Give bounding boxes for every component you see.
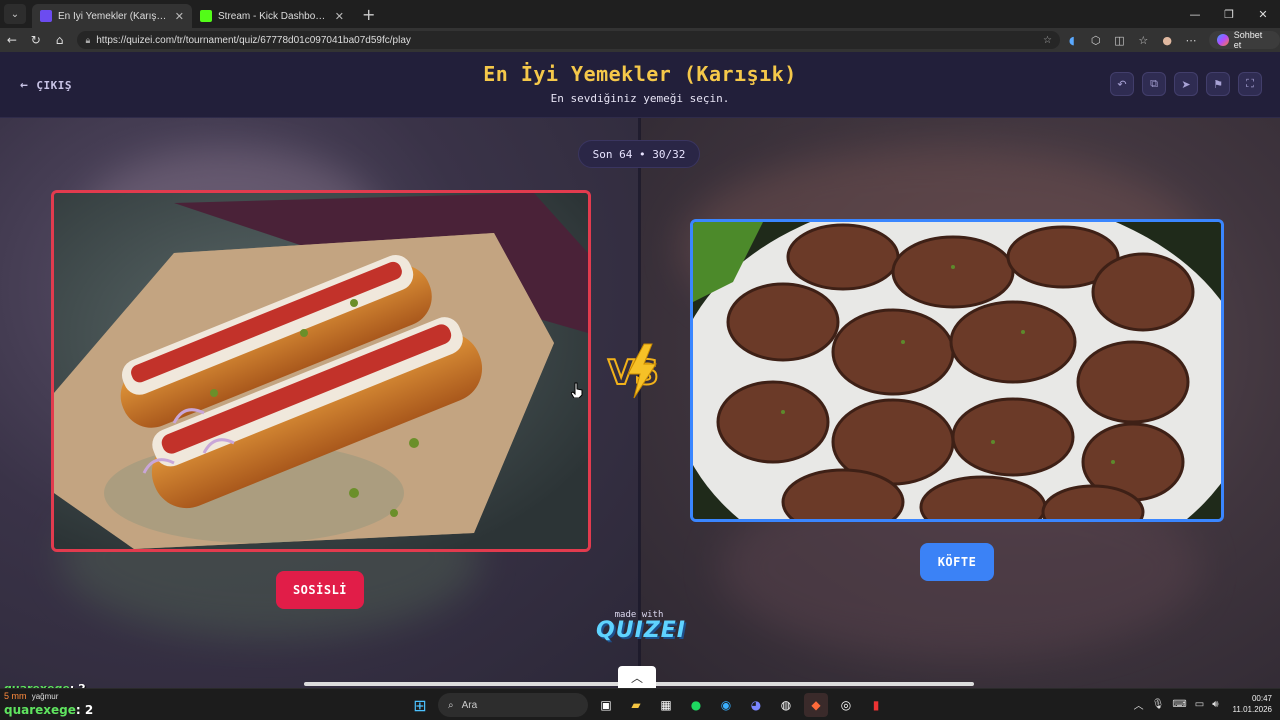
hotdog-image <box>54 193 588 549</box>
recording-app-icon[interactable]: ▮ <box>864 693 888 717</box>
share-icon[interactable]: ⧉ <box>1142 72 1166 96</box>
tab-title: Stream - Kick Dashboard <box>218 10 329 22</box>
split-screen-icon[interactable]: ◫ <box>1108 34 1132 47</box>
favorite-star-icon[interactable]: ☆ <box>1043 35 1052 46</box>
back-icon[interactable]: ← <box>0 33 24 47</box>
home-icon[interactable]: ⌂ <box>48 33 72 47</box>
tab-quizei[interactable]: En İyi Yemekler (Karışık) - Tier List ✕ <box>32 4 192 28</box>
fullscreen-icon[interactable]: ⛶ <box>1238 72 1262 96</box>
tray-overflow-icon[interactable]: ︿ <box>1134 697 1144 712</box>
weather-widget[interactable]: 5 mm yağmur <box>4 691 124 701</box>
choice-button-sosisli[interactable]: SOSİSLİ <box>276 571 364 609</box>
close-window-icon[interactable]: ✕ <box>1246 0 1280 28</box>
close-tab-icon[interactable]: ✕ <box>335 10 344 23</box>
quiz-page: ← ÇIKIŞ En İyi Yemekler (Karışık) En sev… <box>0 52 1280 688</box>
address-bar[interactable]: 🔒︎ https://quizei.com/tr/tournament/quiz… <box>77 31 1060 49</box>
header-actions: ↶ ⧉ ➤ ⚑ ⛶ <box>1110 72 1262 96</box>
obs-icon[interactable]: ◎ <box>834 693 858 717</box>
weather-text: yağmur <box>31 692 59 701</box>
copilot-button[interactable]: Sohbet et <box>1208 30 1280 50</box>
task-view-icon[interactable]: ▣ <box>594 693 618 717</box>
chevron-up-icon[interactable]: ︿ <box>618 666 656 688</box>
browser-tab-bar: ⌄ En İyi Yemekler (Karışık) - Tier List … <box>0 0 1280 28</box>
center-divider <box>638 118 641 688</box>
read-aloud-icon[interactable]: ◖ <box>1060 34 1084 47</box>
made-with-quizei[interactable]: made with QUIZEI <box>596 610 686 643</box>
chat-username: quarexege <box>4 703 76 717</box>
steam-icon[interactable]: ◍ <box>774 693 798 717</box>
profile-avatar[interactable]: ● <box>1155 34 1179 47</box>
flag-icon[interactable]: ⚑ <box>1206 72 1230 96</box>
microphone-icon[interactable]: 🎙︎ <box>1152 699 1165 710</box>
round-indicator: Son 64 • 30/32 <box>578 140 700 168</box>
taskbar-clock[interactable]: 00:47 11.01.2026 <box>1233 693 1272 715</box>
quiz-header: ← ÇIKIŞ En İyi Yemekler (Karışık) En sev… <box>0 52 1280 118</box>
volume-icon[interactable]: 🔊︎ <box>1212 699 1218 710</box>
stream-chat-overlay-bottom: quarexege: 2 <box>4 703 93 717</box>
vs-badge: VS <box>607 343 660 399</box>
weather-temp: 5 mm <box>4 691 27 701</box>
restore-icon[interactable]: ❐ <box>1212 0 1246 28</box>
kick-favicon-icon <box>200 10 212 22</box>
clock-time: 00:47 <box>1251 694 1272 703</box>
display-icon[interactable]: ▭ <box>1195 699 1204 710</box>
right-choice-image[interactable] <box>690 219 1224 522</box>
edge-icon[interactable]: ◉ <box>714 693 738 717</box>
quiz-subtitle: En sevdiğiniz yemeği seçin. <box>550 92 730 105</box>
windows-start-icon[interactable]: ⊞ <box>408 693 432 717</box>
minimize-icon[interactable]: — <box>1178 0 1212 28</box>
url-text: https://quizei.com/tr/tournament/quiz/67… <box>96 34 411 46</box>
taskbar-search[interactable]: ⌕ Ara <box>438 693 588 717</box>
kofte-image <box>693 222 1221 519</box>
copilot-label: Sohbet et <box>1233 30 1263 50</box>
left-choice-image[interactable] <box>51 190 591 552</box>
microsoft-store-icon[interactable]: ▦ <box>654 693 678 717</box>
tab-actions-menu[interactable]: ⌄ <box>4 4 26 24</box>
close-tab-icon[interactable]: ✕ <box>175 10 184 23</box>
browser-toolbar: ← ↻ ⌂ 🔒︎ https://quizei.com/tr/tournamen… <box>0 28 1280 52</box>
quiz-title: En İyi Yemekler (Karışık) <box>483 62 797 86</box>
keyboard-icon[interactable]: ⌨ <box>1172 699 1186 710</box>
chat-count: : 2 <box>75 703 94 717</box>
new-tab-icon[interactable]: + <box>362 5 375 24</box>
undo-icon[interactable]: ↶ <box>1110 72 1134 96</box>
search-placeholder: Ara <box>461 699 478 711</box>
file-explorer-icon[interactable]: ▰ <box>624 693 648 717</box>
search-icon: ⌕ <box>448 699 454 711</box>
favorites-icon[interactable]: ☆ <box>1131 34 1155 47</box>
hand-cursor-icon <box>571 382 583 398</box>
clock-date: 11.01.2026 <box>1232 705 1272 714</box>
spotify-icon[interactable]: ● <box>684 693 708 717</box>
extensions-icon[interactable]: ⬡ <box>1084 34 1108 47</box>
tab-title: En İyi Yemekler (Karışık) - Tier List <box>58 10 169 22</box>
system-tray: ︿ 🎙︎ ⌨ ▭ 🔊︎ 00:47 11.01.2026 <box>1134 693 1272 715</box>
discord-icon[interactable]: ◕ <box>744 693 768 717</box>
send-icon[interactable]: ➤ <box>1174 72 1198 96</box>
quizei-favicon-icon <box>40 10 52 22</box>
choice-button-kofte[interactable]: KÖFTE <box>920 543 994 581</box>
app-icon[interactable]: ◆ <box>804 693 828 717</box>
copilot-icon <box>1216 34 1229 46</box>
taskbar-apps: ⊞ ⌕ Ara ▣ ▰ ▦ ● ◉ ◕ ◍ ◆ ◎ ▮ <box>408 693 888 717</box>
more-options-icon[interactable]: ⋯ <box>1179 34 1203 47</box>
windows-taskbar: 5 mm yağmur quarexege: 2 ⊞ ⌕ Ara ▣ ▰ ▦ ●… <box>0 688 1280 720</box>
tab-kick[interactable]: Stream - Kick Dashboard ✕ <box>192 4 352 28</box>
quizei-logo: QUIZEI <box>596 618 686 643</box>
lock-icon: 🔒︎ <box>85 34 91 45</box>
reload-icon[interactable]: ↻ <box>24 33 48 47</box>
window-controls: — ❐ ✕ <box>1178 0 1280 28</box>
